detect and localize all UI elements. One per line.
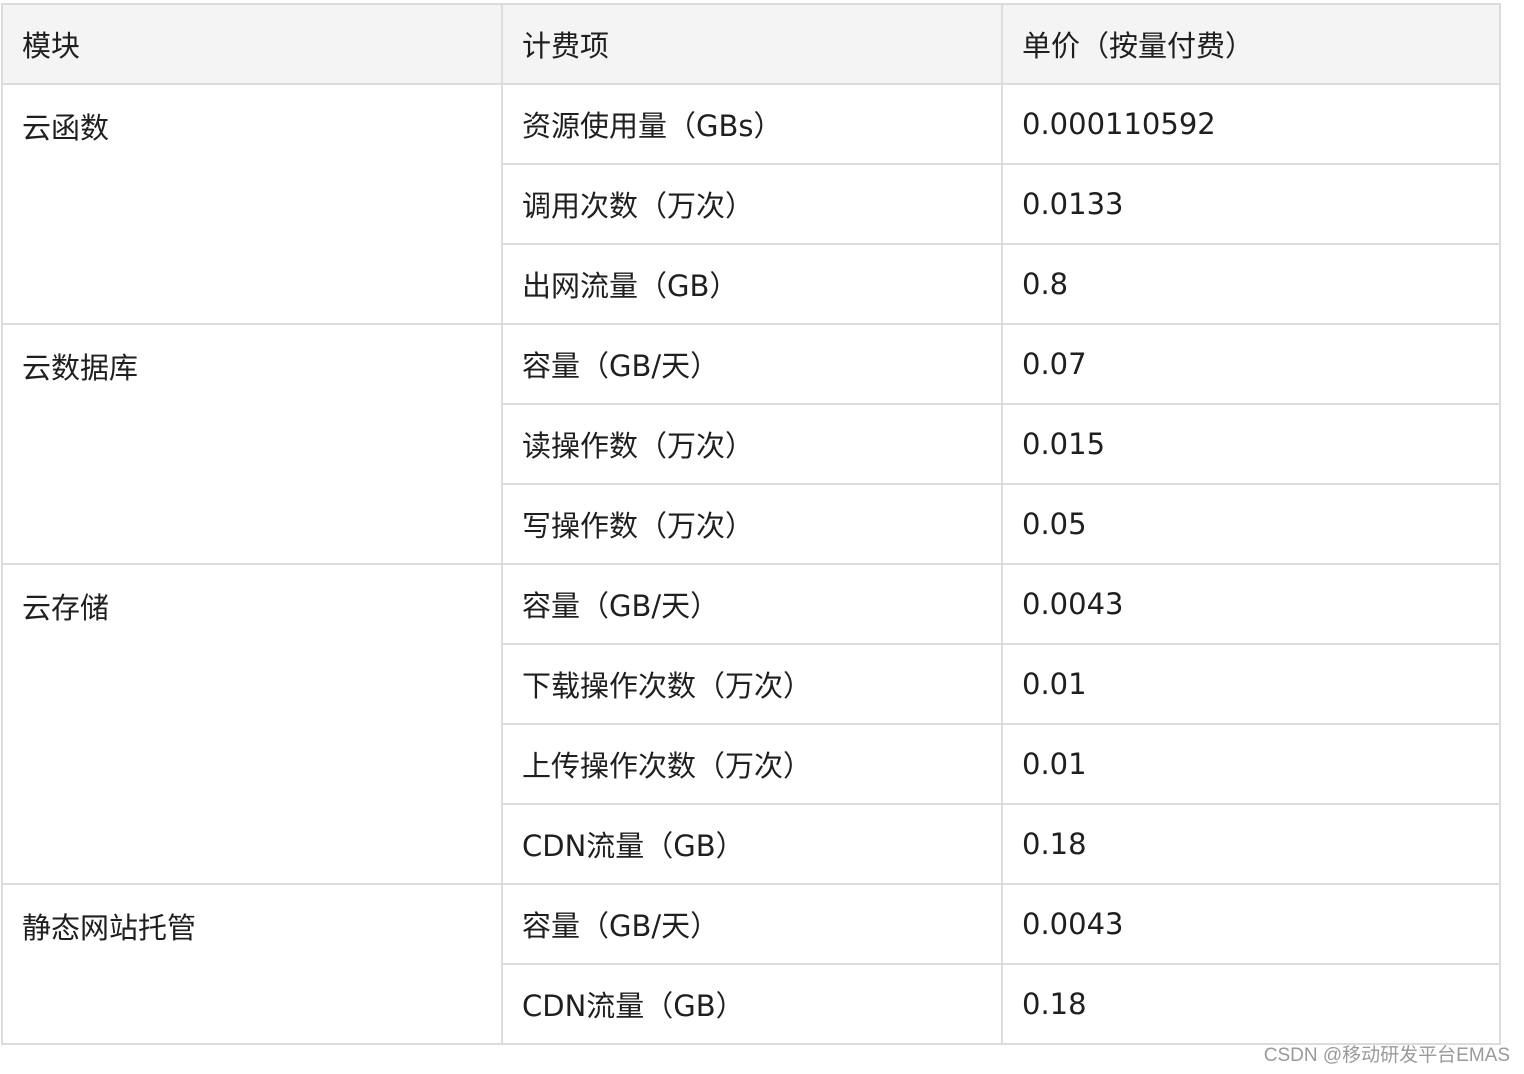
header-module: 模块 <box>1 3 503 85</box>
billing-item-cell: 容量（GB/天） <box>501 323 1003 405</box>
billing-item-cell: 写操作数（万次） <box>501 483 1003 565</box>
billing-item-cell: 调用次数（万次） <box>501 163 1003 245</box>
billing-item-cell: 容量（GB/天） <box>501 883 1003 965</box>
price-cell: 0.05 <box>1001 483 1501 565</box>
price-cell: 0.01 <box>1001 643 1501 725</box>
module-cell: 静态网站托管 <box>1 883 503 1045</box>
price-cell: 0.01 <box>1001 723 1501 805</box>
price-cell: 0.015 <box>1001 403 1501 485</box>
billing-item-cell: 上传操作次数（万次） <box>501 723 1003 805</box>
price-cell: 0.8 <box>1001 243 1501 325</box>
table-row: 静态网站托管 容量（GB/天） 0.0043 <box>1 883 1501 1045</box>
table-header-row: 模块 计费项 单价（按量付费） <box>1 3 1501 85</box>
table-row: 云存储 容量（GB/天） 0.0043 <box>1 563 1501 885</box>
billing-item-cell: 读操作数（万次） <box>501 403 1003 485</box>
module-cell: 云函数 <box>1 83 503 325</box>
table-row: 云数据库 容量（GB/天） 0.07 <box>1 323 1501 565</box>
billing-item-cell: 下载操作次数（万次） <box>501 643 1003 725</box>
price-cell: 0.000110592 <box>1001 83 1501 165</box>
module-cell: 云数据库 <box>1 323 503 565</box>
table-body: 云函数 资源使用量（GBs） 0.000110592 调用次数（万次） 0.01… <box>1 83 1501 1045</box>
price-cell: 0.0043 <box>1001 563 1501 645</box>
billing-item-cell: 容量（GB/天） <box>501 563 1003 645</box>
billing-item-cell: 出网流量（GB） <box>501 243 1003 325</box>
billing-item-cell: CDN流量（GB） <box>501 963 1003 1045</box>
billing-item-cell: 资源使用量（GBs） <box>501 83 1003 165</box>
header-unit-price: 单价（按量付费） <box>1001 3 1501 85</box>
header-billing-item: 计费项 <box>501 3 1003 85</box>
table-row: 云函数 资源使用量（GBs） 0.000110592 <box>1 83 1501 325</box>
table-header: 模块 计费项 单价（按量付费） <box>1 3 1501 85</box>
price-cell: 0.0043 <box>1001 883 1501 965</box>
billing-item-cell: CDN流量（GB） <box>501 803 1003 885</box>
watermark: CSDN @移动研发平台EMAS <box>1263 1045 1510 1066</box>
price-cell: 0.07 <box>1001 323 1501 405</box>
price-cell: 0.18 <box>1001 803 1501 885</box>
price-cell: 0.18 <box>1001 963 1501 1045</box>
price-cell: 0.0133 <box>1001 163 1501 245</box>
pricing-table: 模块 计费项 单价（按量付费） 云函数 资源使用量（GBs） 0.0001105… <box>1 3 1501 1045</box>
module-cell: 云存储 <box>1 563 503 885</box>
